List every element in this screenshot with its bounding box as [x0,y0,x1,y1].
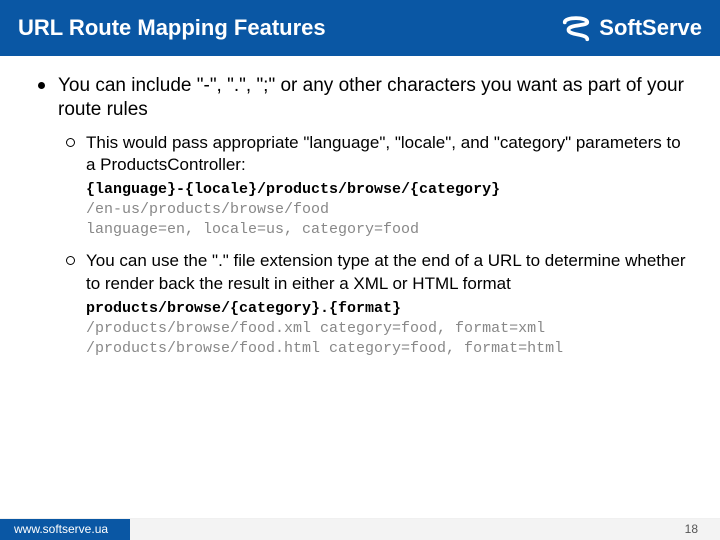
code-block-2: products/browse/{category}.{format} /pro… [86,299,690,360]
slide-title: URL Route Mapping Features [18,15,326,41]
code-line: /products/browse/food.html category=food… [86,339,690,359]
bullet-sub-2-text: You can use the "." file extension type … [86,251,686,292]
code-line: {language}-{locale}/products/browse/{cat… [86,180,690,200]
slide-header: URL Route Mapping Features SoftServe [0,0,720,56]
slide-body: You can include "-", ".", ";" or any oth… [0,56,720,359]
brand: SoftServe [561,13,702,43]
footer-url: www.softserve.ua [0,519,130,540]
bullet-main: You can include "-", ".", ";" or any oth… [30,74,690,359]
brand-name: SoftServe [599,15,702,41]
bullet-sub-2: You can use the "." file extension type … [58,250,690,359]
code-line: products/browse/{category}.{format} [86,299,690,319]
bullet-sub-1: This would pass appropriate "language", … [58,132,690,241]
page-number: 18 [130,519,720,540]
brand-logo-icon [561,13,591,43]
code-line: /en-us/products/browse/food [86,200,690,220]
code-block-1: {language}-{locale}/products/browse/{cat… [86,180,690,241]
slide-footer: www.softserve.ua 18 [0,518,720,540]
code-line: /products/browse/food.xml category=food,… [86,319,690,339]
code-line: language=en, locale=us, category=food [86,220,690,240]
bullet-sub-1-text: This would pass appropriate "language", … [86,133,681,174]
bullet-main-text: You can include "-", ".", ";" or any oth… [58,75,684,120]
